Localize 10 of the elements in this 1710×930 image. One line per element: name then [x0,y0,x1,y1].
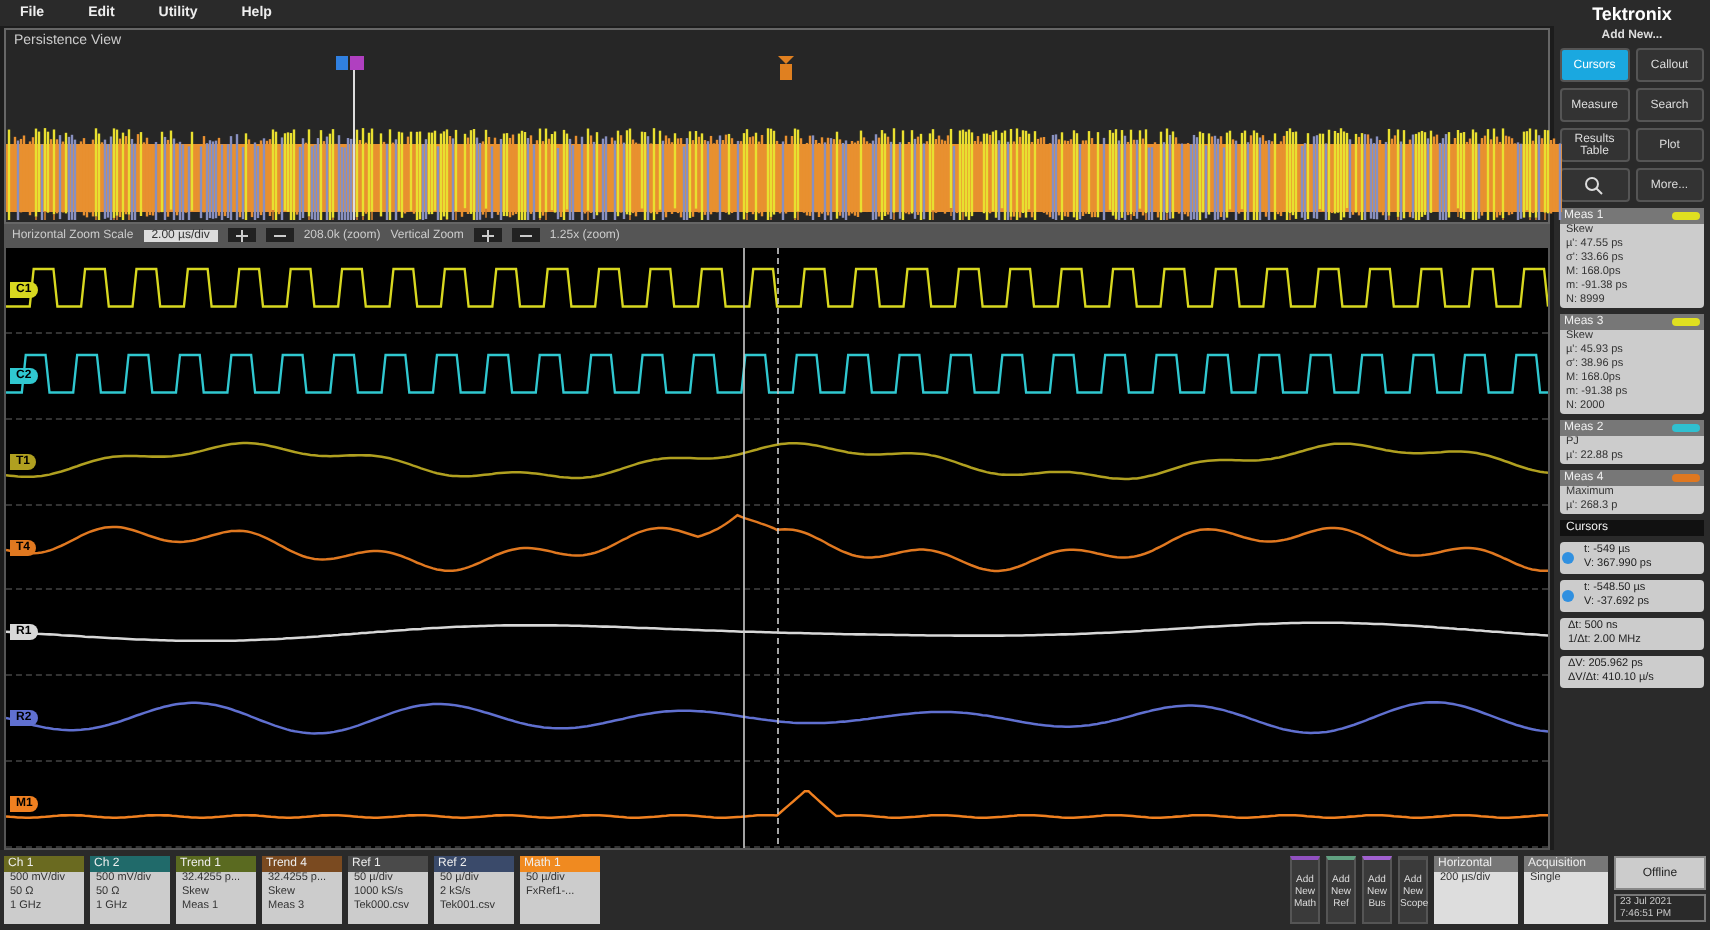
plus-icon[interactable] [473,228,502,242]
zoom-icon[interactable] [1560,168,1629,202]
cursor-icon [1562,552,1574,564]
minus-icon[interactable] [265,228,294,242]
trigger-marker-icon [778,56,794,80]
minus-icon[interactable] [511,228,540,242]
cursor-icon [1562,590,1574,602]
cursor-marker-icon [336,56,364,220]
brand-logo: Tektronix [1590,4,1674,24]
plus-icon[interactable] [227,228,256,242]
